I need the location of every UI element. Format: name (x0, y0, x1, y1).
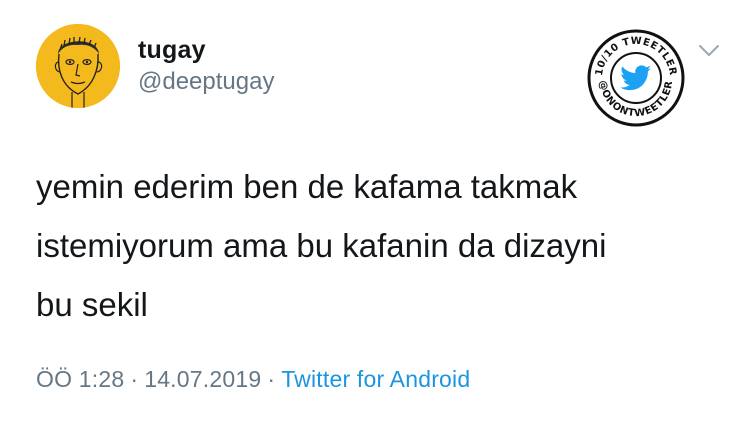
tweet-source-link[interactable]: Twitter for Android (281, 366, 470, 392)
user-handle[interactable]: @deeptugay (138, 68, 274, 96)
tweet-text: yemin ederim ben de kafama takmak istemi… (36, 168, 607, 323)
chevron-down-icon[interactable] (697, 42, 721, 60)
avatar[interactable] (36, 24, 120, 108)
tweet-date[interactable]: 14.07.2019 (144, 366, 261, 392)
meta-separator: · (130, 366, 139, 392)
tweet-card: tugay @deeptugay 10/10 TWEETLER @ONONTWE… (0, 0, 750, 422)
tweet-time[interactable]: ÖÖ 1:28 (36, 366, 124, 392)
meta-separator: · (267, 366, 276, 392)
ononbadge-stamp: 10/10 TWEETLER @ONONTWEETLER (586, 28, 686, 128)
tweet-meta: ÖÖ 1:28 · 14.07.2019 · Twitter for Android (36, 366, 470, 393)
display-name[interactable]: tugay (138, 36, 206, 65)
avatar-face-drawing (36, 24, 120, 108)
